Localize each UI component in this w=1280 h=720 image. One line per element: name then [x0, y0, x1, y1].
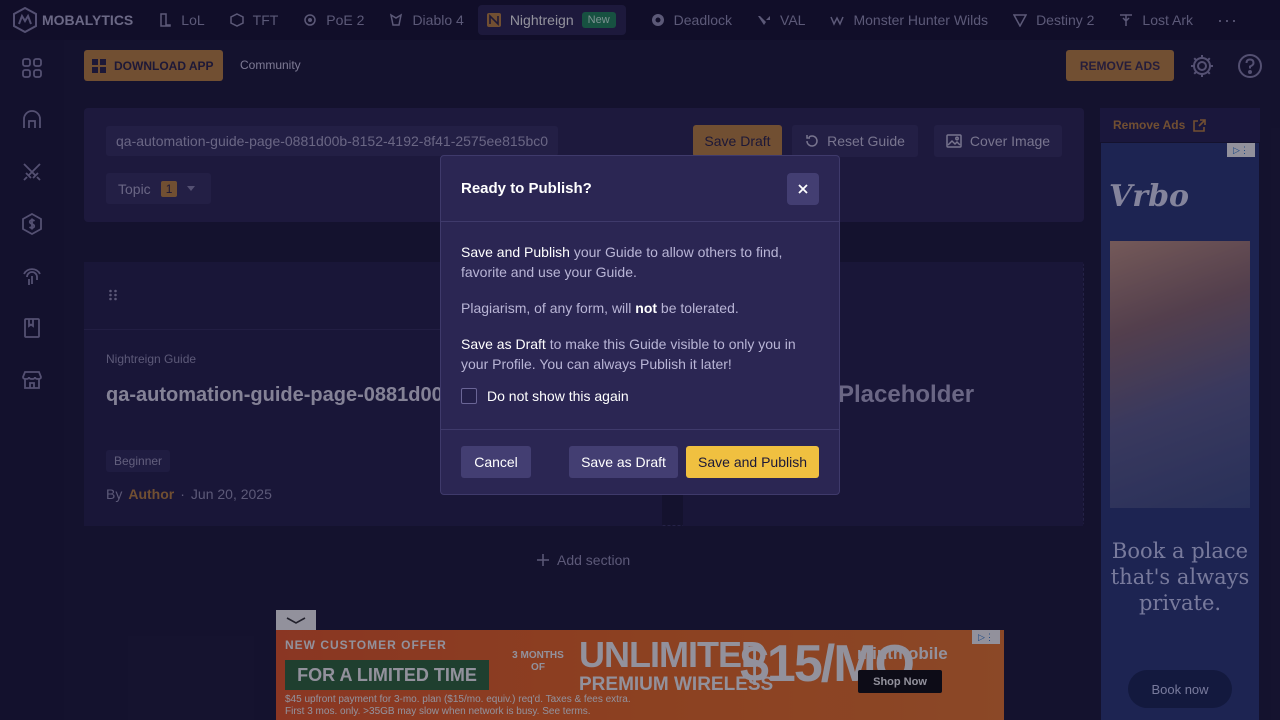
modal-body: Save and Publish your Guide to allow oth… [441, 222, 839, 406]
dont-show-again-row[interactable]: Do not show this again [461, 386, 819, 406]
save-and-publish-button[interactable]: Save and Publish [686, 446, 819, 478]
close-icon [798, 184, 808, 194]
save-as-draft-button[interactable]: Save as Draft [569, 446, 678, 478]
dont-show-again-label: Do not show this again [487, 388, 629, 404]
plagiarism-emphasis: not [635, 300, 658, 316]
modal-paragraph-plagiarism: Plagiarism, of any form, will not be tol… [461, 298, 819, 318]
plagiarism-text-start: Plagiarism, of any form, will [461, 300, 636, 316]
modal-title: Ready to Publish? [461, 180, 592, 197]
plagiarism-text-end: be tolerated. [657, 300, 739, 316]
close-button[interactable] [787, 173, 819, 205]
modal-paragraph-publish: Save and Publish your Guide to allow oth… [461, 242, 819, 282]
modal-header: Ready to Publish? [441, 156, 839, 222]
dont-show-again-checkbox[interactable] [461, 388, 477, 404]
modal-paragraph-draft: Save as Draft to make this Guide visible… [461, 334, 819, 374]
publish-modal: Ready to Publish? Save and Publish your … [440, 155, 840, 495]
draft-highlight: Save as Draft [461, 336, 546, 352]
publish-highlight: Save and Publish [461, 244, 570, 260]
cancel-button[interactable]: Cancel [461, 446, 531, 478]
modal-footer: Cancel Save as Draft Save and Publish [441, 429, 839, 495]
